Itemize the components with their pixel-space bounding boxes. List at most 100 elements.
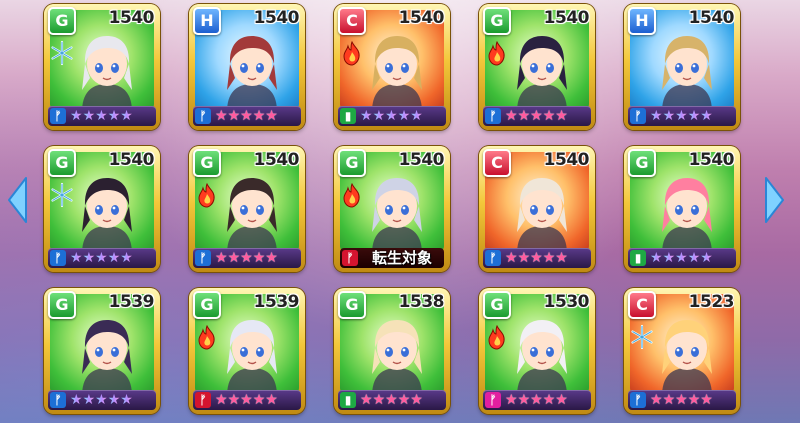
character-card[interactable]: H 1540 ᚠ ★★★★★ <box>189 4 305 130</box>
star-icon: ★ <box>252 108 266 124</box>
star-icon: ★ <box>700 392 713 408</box>
card-info-bar: ᚠ ★★★★★ <box>483 390 591 410</box>
card-info-bar: ᚠ ★★★★★ <box>193 106 301 126</box>
type-badge: G <box>48 7 76 35</box>
character-portrait <box>517 178 567 252</box>
type-badge: G <box>628 149 656 177</box>
chevron-left-icon[interactable] <box>6 176 28 224</box>
star-icon: ★ <box>675 108 688 124</box>
rebirth-target-label: 転生対象 <box>371 249 432 267</box>
bottle-icon: ▮ <box>340 392 356 408</box>
character-card[interactable]: G 1530 ᚠ ★★★★★ <box>479 288 595 414</box>
character-card[interactable]: H 1540 ᚠ ★★★★★ <box>624 4 740 130</box>
character-card[interactable]: G 1539 ᚠ ★★★★★ <box>189 288 305 414</box>
character-card[interactable]: G 1539 ᚠ ★★★★★ <box>44 288 160 414</box>
star-icon: ★ <box>650 250 663 266</box>
flame-icon <box>485 324 509 350</box>
power-value: 1539 <box>108 292 155 312</box>
bottle-icon: ▮ <box>630 250 646 266</box>
star-icon: ★ <box>410 108 423 124</box>
card-info-bar: ▮ ★★★★★ <box>338 390 446 410</box>
star-icon: ★ <box>530 392 543 408</box>
star-icon: ★ <box>360 392 373 408</box>
star-icon: ★ <box>505 392 518 408</box>
star-icon: ★ <box>397 108 411 124</box>
card-info-bar: ᚠ ★★★★★ <box>628 106 736 126</box>
star-icon: ★ <box>650 108 663 124</box>
racket-icon: ᚠ <box>195 250 211 266</box>
type-badge: G <box>48 149 76 177</box>
character-card[interactable]: G 1540 ᚠ 転生対象 <box>334 146 450 272</box>
star-icon: ★ <box>82 392 96 408</box>
character-card[interactable]: G 1538 ▮ ★★★★★ <box>334 288 450 414</box>
character-portrait <box>82 36 132 110</box>
star-icon: ★ <box>517 250 531 266</box>
character-card[interactable]: C 1523 ᚠ ★★★★★ <box>624 288 740 414</box>
star-icon: ★ <box>360 108 373 124</box>
chevron-right-icon[interactable] <box>764 176 786 224</box>
power-value: 1540 <box>253 8 300 28</box>
flame-icon <box>485 40 509 66</box>
star-icon: ★ <box>95 392 108 408</box>
character-portrait <box>227 320 277 394</box>
star-icon: ★ <box>227 108 241 124</box>
character-portrait <box>517 320 567 394</box>
star-icon: ★ <box>252 250 266 266</box>
star-icon: ★ <box>542 250 556 266</box>
character-card[interactable]: G 1540 ᚠ ★★★★★ <box>189 146 305 272</box>
star-icon: ★ <box>555 108 568 124</box>
character-card[interactable]: G 1540 ᚠ ★★★★★ <box>44 4 160 130</box>
type-badge: H <box>628 7 656 35</box>
star-icon: ★ <box>555 250 568 266</box>
power-value: 1540 <box>398 150 445 170</box>
character-portrait <box>372 320 422 394</box>
star-icon: ★ <box>372 392 386 408</box>
star-icon: ★ <box>240 250 253 266</box>
character-portrait <box>372 178 422 252</box>
rarity-stars: ★★★★★ <box>215 107 278 125</box>
type-badge: G <box>483 291 511 319</box>
star-icon: ★ <box>385 392 398 408</box>
card-info-bar: ᚠ ★★★★★ <box>483 248 591 268</box>
character-card[interactable]: G 1540 ▮ ★★★★★ <box>624 146 740 272</box>
rarity-stars: ★★★★★ <box>70 391 133 409</box>
racket-icon: ᚠ <box>195 108 211 124</box>
star-icon: ★ <box>95 250 108 266</box>
star-icon: ★ <box>120 250 133 266</box>
star-icon: ★ <box>650 392 663 408</box>
star-icon: ★ <box>70 108 83 124</box>
character-card[interactable]: G 1540 ᚠ ★★★★★ <box>44 146 160 272</box>
card-info-bar: ᚠ ★★★★★ <box>48 106 156 126</box>
power-value: 1540 <box>688 8 735 28</box>
rarity-stars: ★★★★★ <box>505 249 568 267</box>
star-icon: ★ <box>542 392 556 408</box>
star-icon: ★ <box>265 392 278 408</box>
rarity-stars: ★★★★★ <box>360 391 423 409</box>
racket-icon: ᚠ <box>485 108 501 124</box>
racket-icon: ᚠ <box>630 108 646 124</box>
power-value: 1540 <box>108 150 155 170</box>
star-icon: ★ <box>675 250 688 266</box>
star-icon: ★ <box>542 108 556 124</box>
racket-icon: ᚠ <box>485 392 501 408</box>
card-info-bar: ▮ ★★★★★ <box>628 248 736 268</box>
flame-icon <box>195 324 219 350</box>
flame-icon <box>340 40 364 66</box>
type-badge: G <box>193 291 221 319</box>
character-card[interactable]: G 1540 ᚠ ★★★★★ <box>479 4 595 130</box>
character-card[interactable]: C 1540 ᚠ ★★★★★ <box>479 146 595 272</box>
type-badge: G <box>338 291 366 319</box>
star-icon: ★ <box>252 392 266 408</box>
card-info-bar: ᚠ ★★★★★ <box>193 390 301 410</box>
card-info-bar: ᚠ ★★★★★ <box>48 248 156 268</box>
character-portrait <box>662 36 712 110</box>
racket-icon: ᚠ <box>630 392 646 408</box>
flame-icon <box>195 182 219 208</box>
star-icon: ★ <box>700 250 713 266</box>
character-card[interactable]: C 1540 ▮ ★★★★★ <box>334 4 450 130</box>
racket-icon: ᚠ <box>50 108 66 124</box>
power-value: 1540 <box>543 8 590 28</box>
racket-icon: ᚠ <box>485 250 501 266</box>
star-icon: ★ <box>517 108 531 124</box>
star-icon: ★ <box>687 108 701 124</box>
